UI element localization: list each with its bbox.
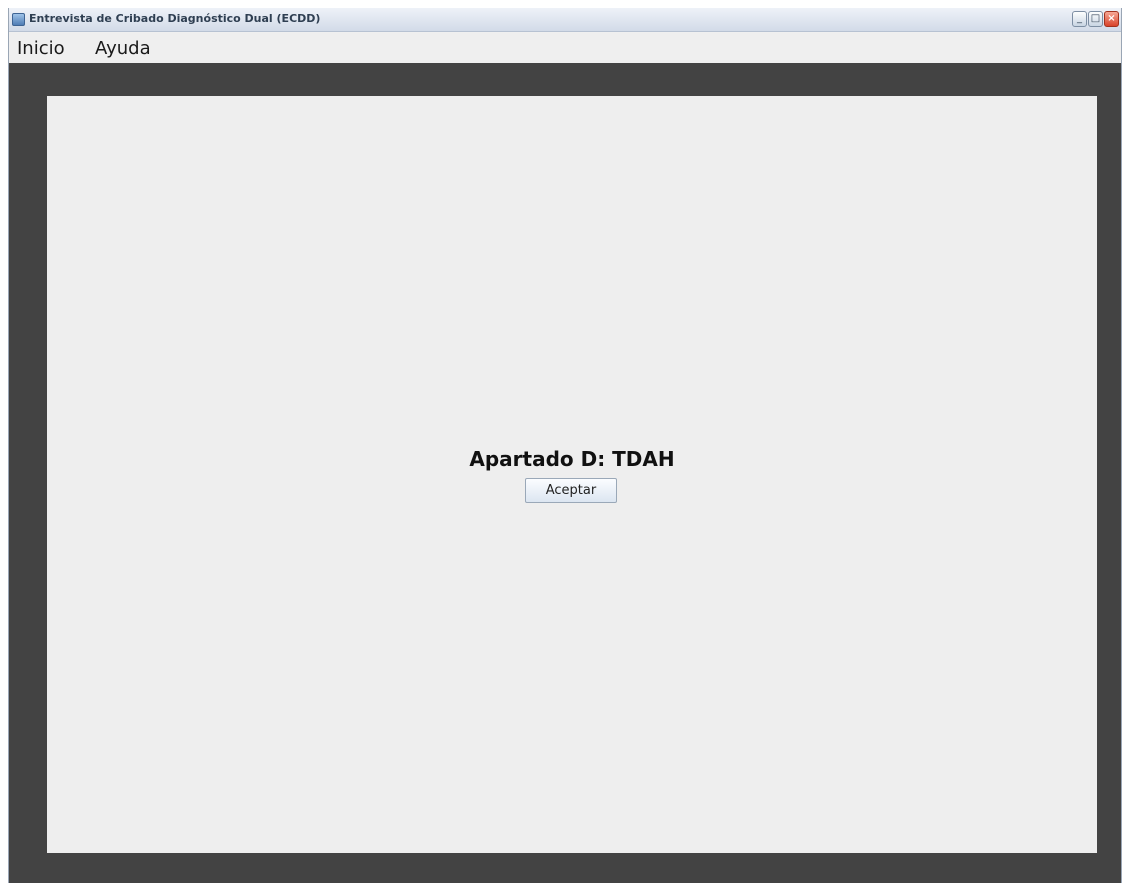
title-bar[interactable]: Entrevista de Cribado Diagnóstico Dual (…: [9, 8, 1121, 32]
close-button[interactable]: ×: [1104, 11, 1119, 27]
application-window: Entrevista de Cribado Diagnóstico Dual (…: [8, 8, 1122, 883]
menu-bar: Inicio Ayuda: [9, 33, 1121, 63]
maximize-button[interactable]: □: [1088, 11, 1103, 27]
app-window-icon: [12, 13, 25, 26]
window-title: Entrevista de Cribado Diagnóstico Dual (…: [29, 12, 321, 25]
section-panel: Apartado D: TDAH Aceptar: [47, 96, 1097, 853]
section-title: Apartado D: TDAH: [469, 447, 675, 471]
minimize-button[interactable]: _: [1072, 11, 1087, 27]
accept-button[interactable]: Aceptar: [525, 478, 617, 503]
content-frame: Apartado D: TDAH Aceptar: [9, 63, 1121, 883]
menu-inicio[interactable]: Inicio: [17, 38, 65, 59]
menu-ayuda[interactable]: Ayuda: [95, 38, 151, 59]
